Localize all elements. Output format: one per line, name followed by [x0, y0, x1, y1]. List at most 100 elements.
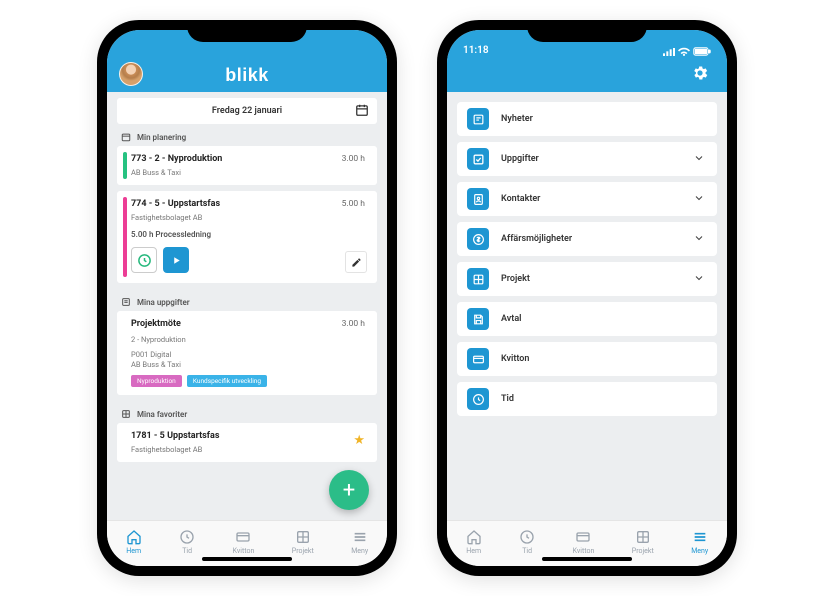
date-label: Fredag 22 januari [212, 106, 282, 116]
plan-subtitle: AB Buss & Taxi [131, 168, 367, 177]
star-icon[interactable]: ★ [353, 433, 365, 448]
tag: Kundspecifik utveckling [187, 375, 267, 387]
tab-label: Hem [466, 547, 481, 555]
tab-kvitton[interactable]: Kvitton [573, 529, 595, 555]
expand-toggle[interactable] [693, 232, 705, 247]
menu-scroll: Nyheter Uppgifter Kontakter Affärsmöjlighet… [447, 92, 727, 520]
play-icon [171, 255, 182, 266]
clock-icon [467, 388, 489, 410]
home-scroll: Fredag 22 januari Min planering 773 - 2 … [107, 92, 387, 520]
task-card[interactable]: Projektmöte 3.00 h 2 - Nyproduktion P001… [117, 311, 377, 395]
plus-icon: + [343, 478, 355, 503]
tab-tid[interactable]: Tid [519, 529, 535, 555]
task-line: AB Buss & Taxi [131, 360, 367, 369]
menu-item-card[interactable]: Kvitton [457, 342, 717, 376]
fav-title: 1781 - 5 Uppstartsfas [131, 431, 367, 441]
task-line: 2 - Nyproduktion [131, 335, 367, 344]
plan-actions [131, 247, 367, 273]
accent-bar [123, 152, 127, 179]
tab-label: Meny [351, 547, 368, 555]
task-hours: 3.00 h [342, 319, 365, 329]
plan-card[interactable]: 773 - 2 - Nyproduktion AB Buss & Taxi 3.… [117, 146, 377, 185]
expand-toggle[interactable] [693, 192, 705, 207]
tag: Nyproduktion [131, 375, 182, 387]
expand-toggle[interactable] [693, 272, 705, 287]
tab-label: Tid [182, 547, 192, 555]
tab-projekt[interactable]: Projekt [292, 529, 314, 555]
menu-item-save[interactable]: Avtal [457, 302, 717, 336]
card-icon [575, 529, 591, 545]
menu-item-contacts[interactable]: Kontakter [457, 182, 717, 216]
chevron-down-icon [693, 232, 705, 244]
section-header-tasks: Mina uppgifter [107, 289, 387, 311]
expand-toggle[interactable] [693, 152, 705, 167]
timer-button[interactable] [131, 247, 157, 273]
section-header-planning: Min planering [107, 124, 387, 146]
avatar[interactable] [119, 62, 143, 86]
check-icon [467, 148, 489, 170]
status-right [663, 47, 711, 56]
plan-title: 774 - 5 - Uppstartsfas [131, 199, 367, 209]
menu-list: Nyheter Uppgifter Kontakter Affärsmöjlighet… [447, 92, 727, 426]
plan-title: 773 - 2 - Nyproduktion [131, 154, 367, 164]
menu-item-label: Kvitton [501, 354, 529, 364]
favorite-card[interactable]: 1781 - 5 Uppstartsfas Fastighetsbolaget … [117, 423, 377, 462]
menu-icon [352, 529, 368, 545]
home-indicator [202, 557, 292, 561]
tab-label: Hem [126, 547, 141, 555]
home-indicator [542, 557, 632, 561]
tab-meny[interactable]: Meny [351, 529, 368, 555]
menu-item-label: Tid [501, 394, 514, 404]
tab-meny[interactable]: Meny [691, 529, 708, 555]
menu-item-check[interactable]: Uppgifter [457, 142, 717, 176]
gear-icon [691, 64, 709, 82]
menu-item-label: Avtal [501, 314, 522, 324]
phone-right: 11:18 NyheterUppgifterKontakterAffärsmöj… [437, 20, 737, 576]
section-header-label: Min planering [137, 133, 186, 142]
app-header: blikk [107, 58, 387, 92]
menu-item-dollar[interactable]: Affärsmöjligheter [457, 222, 717, 256]
play-button[interactable] [163, 247, 189, 273]
menu-item-grid[interactable]: Projekt [457, 262, 717, 296]
fab-add[interactable]: + [329, 470, 369, 510]
tab-hem[interactable]: Hem [466, 529, 482, 555]
menu-item-news[interactable]: Nyheter [457, 102, 717, 136]
menu-item-label: Kontakter [501, 194, 540, 204]
menu-item-label: Projekt [501, 274, 530, 284]
menu-item-clock[interactable]: Tid [457, 382, 717, 416]
task-title: Projektmöte [131, 319, 367, 329]
list-icon [121, 297, 131, 307]
date-row[interactable]: Fredag 22 januari [117, 98, 377, 124]
settings-button[interactable] [691, 64, 713, 86]
tab-label: Kvitton [573, 547, 595, 555]
card-icon [467, 348, 489, 370]
home-icon [126, 529, 142, 545]
tab-label: Tid [522, 547, 532, 555]
app-header [447, 58, 727, 92]
edit-button[interactable] [345, 251, 367, 273]
screen-right: 11:18 NyheterUppgifterKontakterAffärsmöj… [447, 30, 727, 566]
section-header-label: Mina favoriter [137, 410, 187, 419]
grid-icon [295, 529, 311, 545]
grid-icon [121, 409, 131, 419]
clock-icon [179, 529, 195, 545]
chevron-down-icon [693, 272, 705, 284]
tab-tid[interactable]: Tid [179, 529, 195, 555]
tab-hem[interactable]: Hem [126, 529, 142, 555]
plan-card[interactable]: 774 - 5 - Uppstartsfas Fastighetsbolaget… [117, 191, 377, 283]
tab-kvitton[interactable]: Kvitton [233, 529, 255, 555]
contacts-icon [467, 188, 489, 210]
tab-projekt[interactable]: Projekt [632, 529, 654, 555]
signal-icon [663, 48, 675, 56]
tab-label: Kvitton [233, 547, 255, 555]
news-icon [467, 108, 489, 130]
calendar-icon[interactable] [355, 103, 369, 120]
battery-icon [693, 47, 711, 56]
save-icon [467, 308, 489, 330]
plan-subtitle: Fastighetsbolaget AB [131, 213, 367, 222]
wifi-icon [678, 47, 690, 56]
tab-label: Meny [691, 547, 708, 555]
phone-left: blikk Fredag 22 januari Min planering 77… [97, 20, 397, 576]
plan-detail: 5.00 h Processledning [131, 230, 367, 239]
plan-hours: 5.00 h [342, 199, 365, 209]
